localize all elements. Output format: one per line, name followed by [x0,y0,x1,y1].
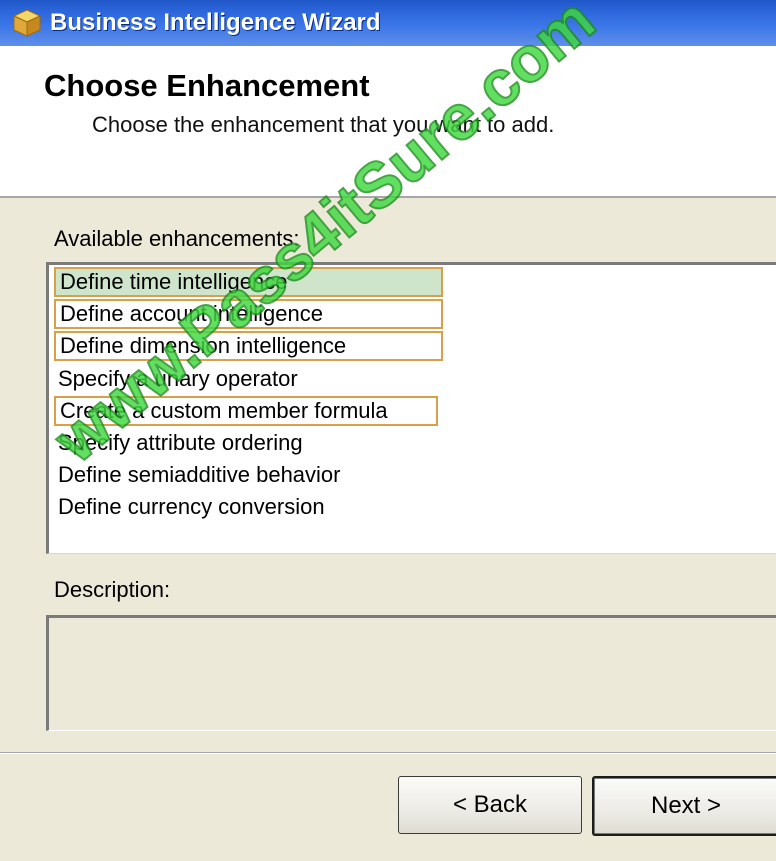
footer-divider [0,752,776,754]
list-item-create-custom-member-formula[interactable]: Create a custom member formula [54,396,438,426]
window-titlebar[interactable]: Business Intelligence Wizard [0,0,776,46]
list-item-specify-attribute-ordering[interactable]: Specify attribute ordering [54,428,303,458]
description-label: Description: [54,577,171,602]
list-item-define-time-intelligence[interactable]: Define time intelligence [54,267,443,297]
list-item-specify-unary-operator[interactable]: Specify a unary operator [54,364,298,394]
page-title: Choose Enhancement [44,68,370,103]
description-box [46,615,776,731]
wizard-header: Choose Enhancement Choose the enhancemen… [0,46,776,198]
page-subtitle: Choose the enhancement that you want to … [92,112,555,137]
wizard-cube-icon [12,8,42,38]
list-item-define-currency-conversion[interactable]: Define currency conversion [54,492,325,522]
window-title: Business Intelligence Wizard [50,9,381,36]
list-item-define-account-intelligence[interactable]: Define account intelligence [54,299,443,329]
enhancements-listbox[interactable]: Define time intelligence Define account … [46,262,776,554]
list-item-define-dimension-intelligence[interactable]: Define dimension intelligence [54,331,443,361]
list-item-define-semiadditive-behavior[interactable]: Define semiadditive behavior [54,460,341,490]
next-button[interactable]: Next > [592,776,776,836]
back-button[interactable]: < Back [398,776,582,834]
enhancements-label: Available enhancements: [54,226,300,251]
